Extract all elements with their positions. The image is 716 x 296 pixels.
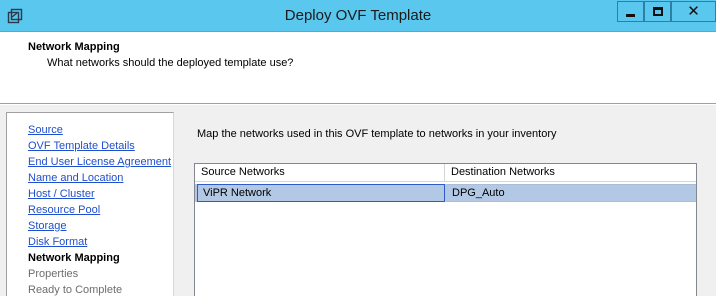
nav-item-ready-to-complete: Ready to Complete (28, 284, 123, 296)
wizard-steps-nav: Source OVF Template Details End User Lic… (6, 112, 174, 296)
destination-network-cell[interactable]: DPG_Auto (447, 184, 696, 202)
nav-item-host-cluster[interactable]: Host / Cluster (28, 188, 95, 200)
column-header-source-networks[interactable]: Source Networks (195, 164, 445, 182)
divider (0, 104, 716, 105)
title-bar[interactable]: Deploy OVF Template ✕ (0, 0, 716, 32)
table-header: Source Networks Destination Networks (195, 164, 696, 182)
content-description: Map the networks used in this OVF templa… (197, 128, 557, 140)
window-title: Deploy OVF Template (284, 7, 432, 24)
close-button[interactable]: ✕ (671, 1, 716, 22)
minimize-button[interactable] (617, 1, 644, 22)
source-network-cell[interactable]: ViPR Network (197, 184, 445, 202)
nav-item-ovf-template-details[interactable]: OVF Template Details (28, 140, 135, 152)
nav-item-resource-pool[interactable]: Resource Pool (28, 204, 100, 216)
close-icon: ✕ (687, 2, 700, 20)
wizard-header: Network Mapping What networks should the… (0, 33, 716, 103)
nav-item-disk-format[interactable]: Disk Format (28, 236, 87, 248)
network-mapping-table[interactable]: Source Networks Destination Networks ViP… (194, 163, 697, 296)
maximize-icon (652, 7, 663, 16)
nav-item-properties: Properties (28, 268, 79, 280)
page-title: Network Mapping (28, 41, 120, 53)
wizard-body: Source OVF Template Details End User Lic… (0, 103, 716, 296)
page-subtitle: What networks should the deployed templa… (47, 57, 294, 69)
maximize-button[interactable] (644, 1, 671, 22)
nav-item-network-mapping: Network Mapping (28, 252, 120, 264)
minimize-icon (626, 14, 635, 17)
column-header-destination-networks[interactable]: Destination Networks (445, 164, 696, 182)
nav-item-eula[interactable]: End User License Agreement (28, 156, 171, 168)
nav-item-source[interactable]: Source (28, 124, 63, 136)
table-row[interactable]: ViPR Network DPG_Auto (195, 184, 696, 202)
nav-item-storage[interactable]: Storage (28, 220, 67, 232)
nav-item-name-and-location[interactable]: Name and Location (28, 172, 123, 184)
